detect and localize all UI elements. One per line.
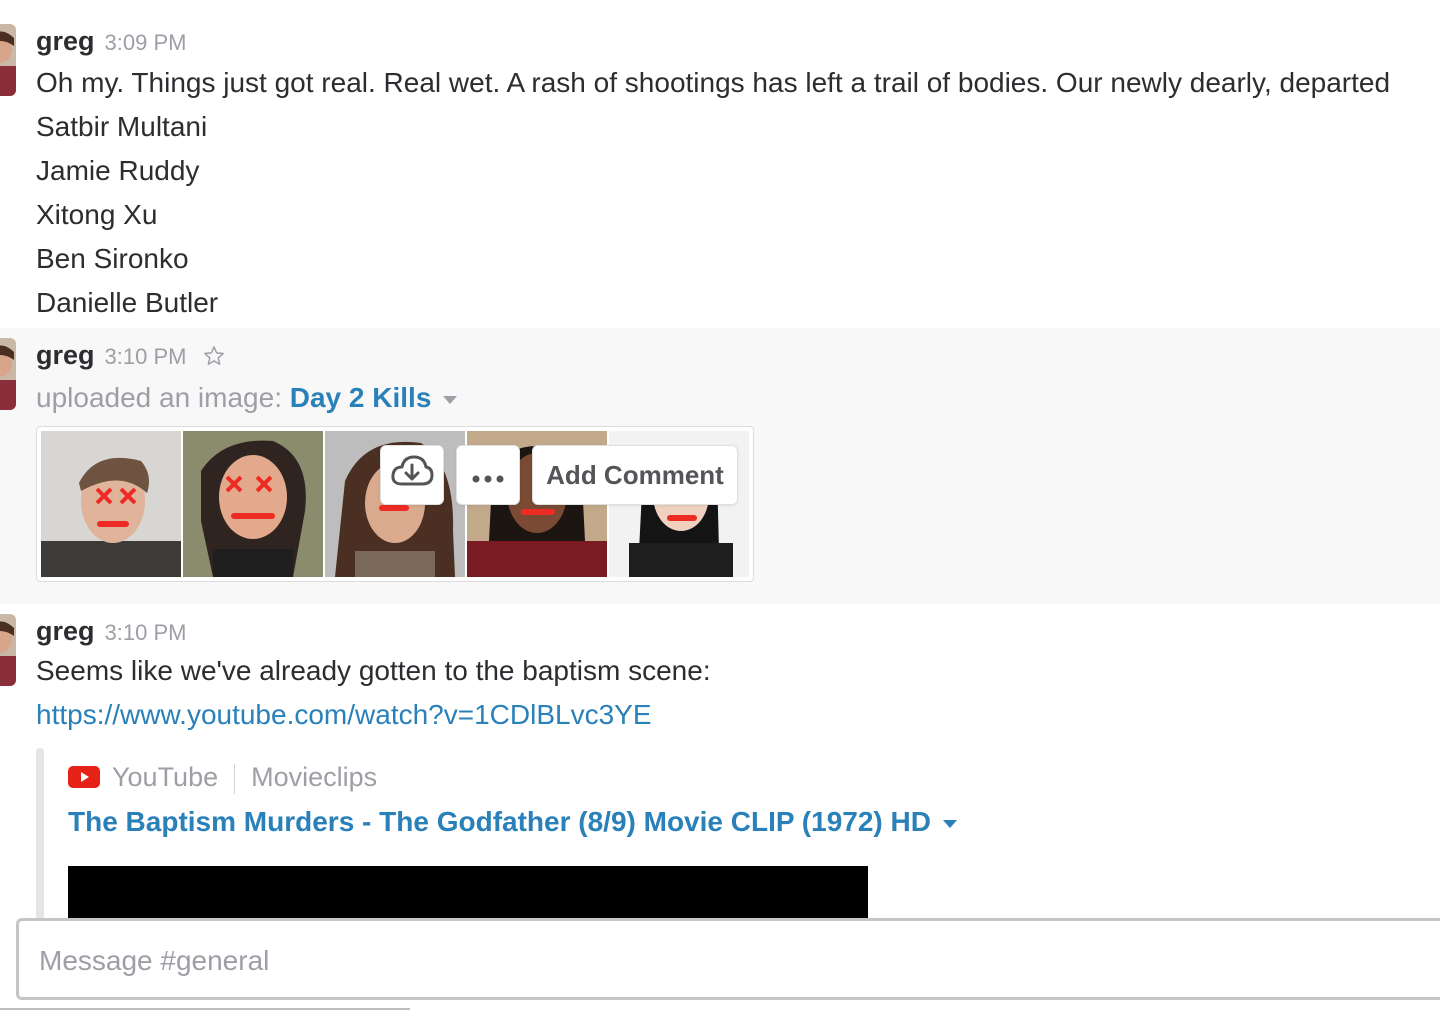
sender-name[interactable]: greg (36, 616, 95, 646)
list-item: Danielle Butler (36, 287, 219, 318)
avatar[interactable] (0, 338, 16, 410)
list-item: Satbir Multani (36, 111, 208, 142)
message-input[interactable] (37, 939, 1421, 983)
youtube-link[interactable]: https://www.youtube.com/watch?v=1CDlBLvc… (36, 697, 652, 733)
divider (0, 1008, 410, 1010)
chevron-down-icon[interactable] (942, 819, 957, 828)
youtube-icon (68, 764, 100, 795)
cloud-download-icon (390, 454, 434, 497)
chevron-down-icon[interactable] (443, 395, 458, 404)
divider (234, 763, 236, 794)
video-player[interactable] (68, 866, 868, 920)
embed-accent-bar (36, 748, 44, 920)
download-button[interactable] (380, 445, 444, 505)
list-item: Xitong Xu (36, 199, 158, 230)
sender-name[interactable]: greg (36, 340, 95, 370)
add-comment-button[interactable]: Add Comment (532, 445, 738, 505)
avatar[interactable] (0, 24, 16, 96)
list-item: Jamie Ruddy (36, 155, 200, 186)
upload-prefix: uploaded an image: (36, 382, 282, 413)
message-text: Oh my. Things just got real. Real wet. A… (36, 67, 1391, 98)
photo-thumbnail (41, 431, 181, 577)
avatar[interactable] (0, 614, 16, 686)
photo-thumbnail (183, 431, 323, 577)
message-1: greg 3:09 PM Oh my. Things just got real.… (0, 0, 1440, 328)
more-actions-button[interactable] (456, 445, 520, 505)
sender-name[interactable]: greg (36, 26, 95, 56)
embed-author[interactable]: Movieclips (251, 762, 377, 792)
star-icon[interactable] (203, 345, 225, 372)
timestamp[interactable]: 3:09 PM (105, 30, 187, 55)
upload-line: uploaded an image: Day 2 Kills (36, 380, 458, 416)
timestamp[interactable]: 3:10 PM (105, 620, 187, 645)
embed-title-link[interactable]: The Baptism Murders - The Godfather (8/9… (68, 806, 931, 837)
message-text: Seems like we've already gotten to the b… (36, 655, 711, 686)
list-item: Ben Sironko (36, 243, 189, 274)
embed-title-row: The Baptism Murders - The Godfather (8/9… (68, 806, 957, 838)
more-icon (471, 460, 505, 491)
message-composer (16, 918, 1440, 1000)
file-name-link[interactable]: Day 2 Kills (290, 382, 432, 413)
timestamp[interactable]: 3:10 PM (105, 344, 187, 369)
embed-service[interactable]: YouTube (112, 762, 218, 792)
embed-source: YouTube Movieclips (68, 762, 377, 795)
